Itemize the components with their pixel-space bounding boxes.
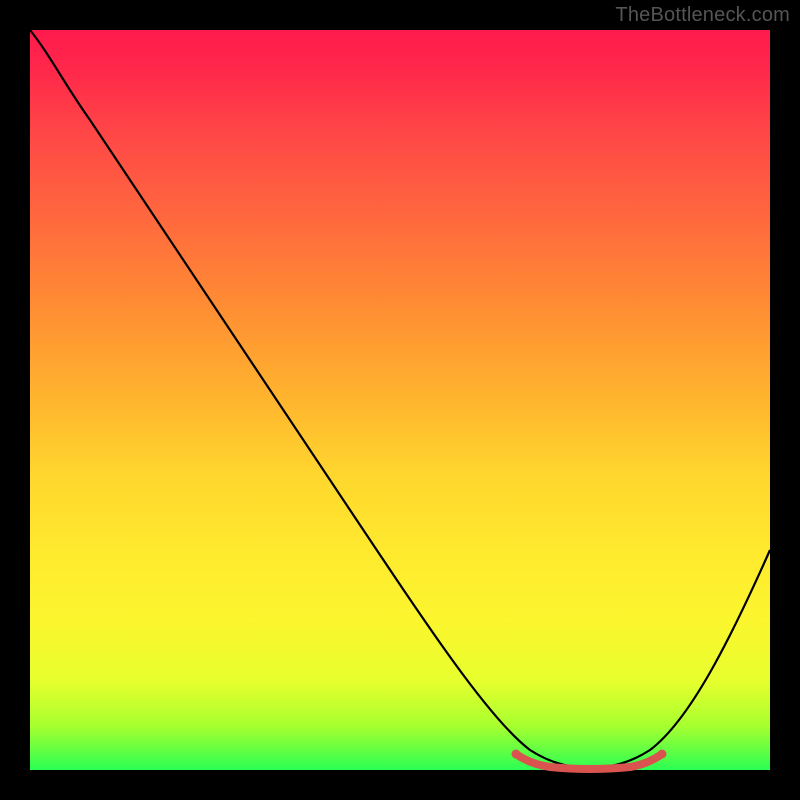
watermark-text: TheBottleneck.com (615, 4, 790, 27)
curve-svg (30, 30, 770, 770)
chart-frame: TheBottleneck.com (0, 0, 800, 800)
bottleneck-curve (30, 30, 770, 768)
plot-area (30, 30, 770, 770)
marker-dot (658, 750, 667, 759)
marker-dot (587, 766, 594, 773)
marker-dot (512, 750, 521, 759)
